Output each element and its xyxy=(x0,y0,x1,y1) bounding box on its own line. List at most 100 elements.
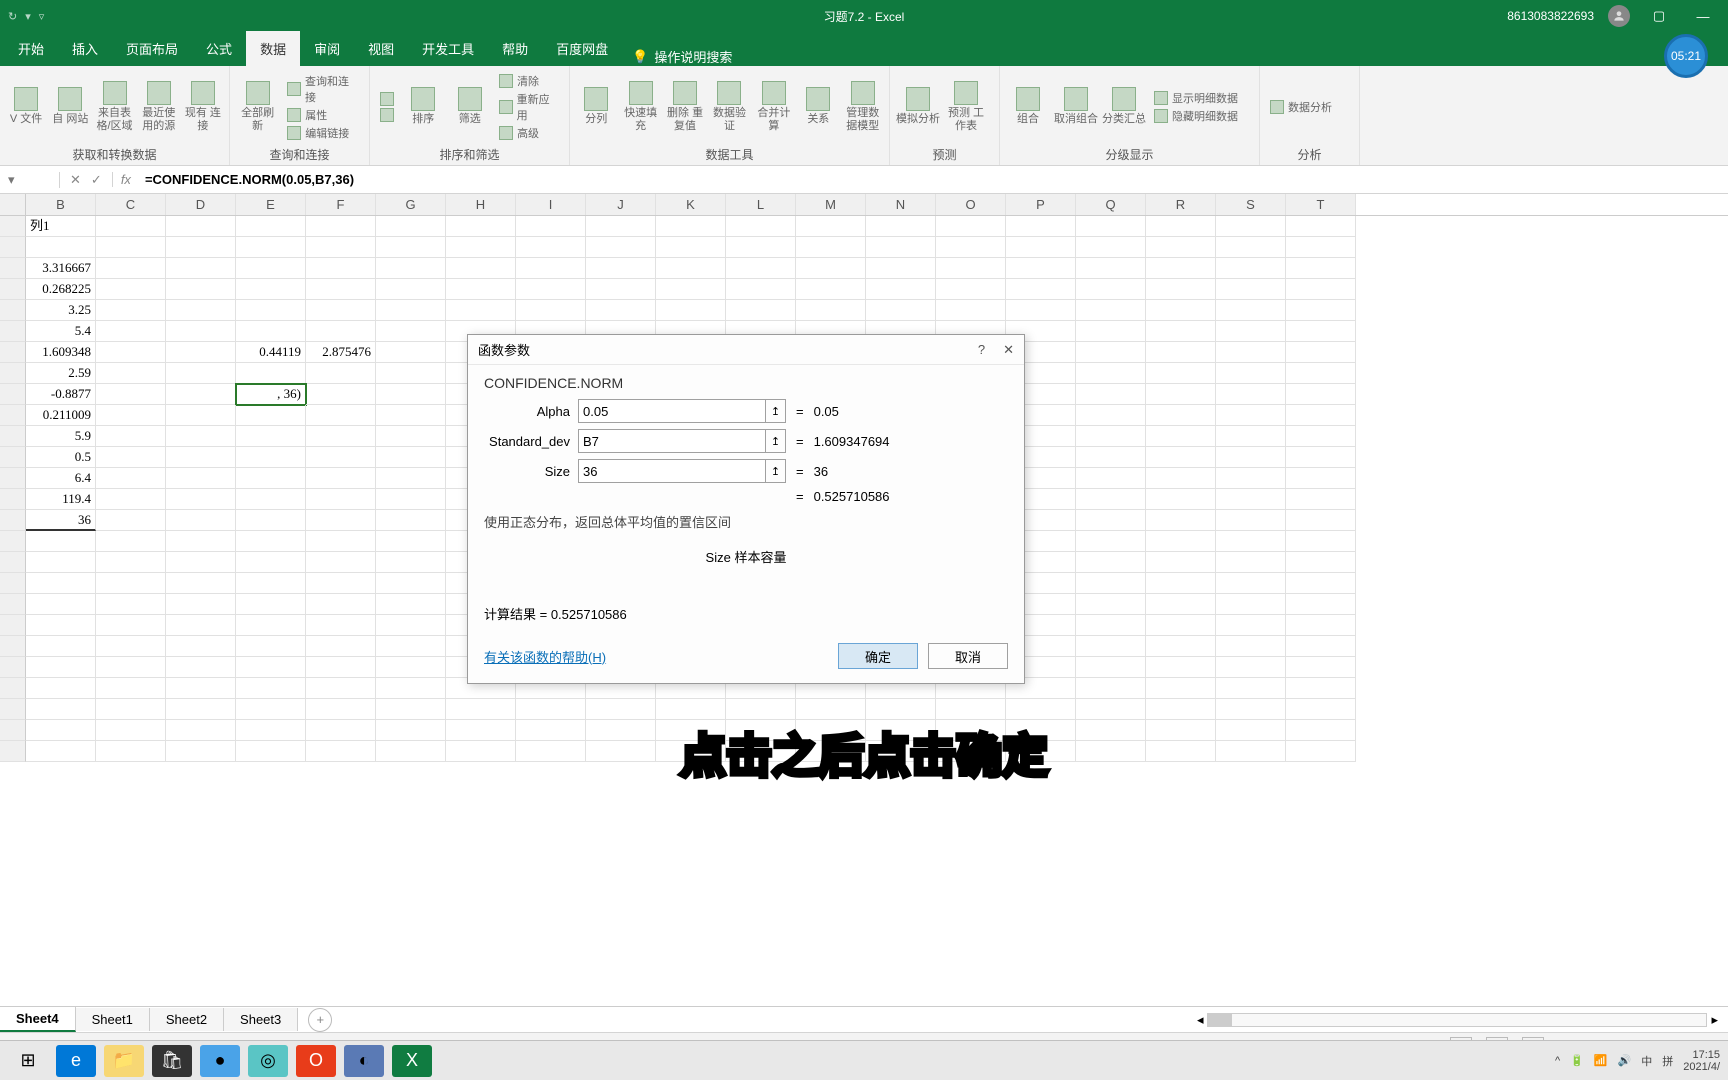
cell[interactable] xyxy=(306,447,376,468)
cell[interactable] xyxy=(166,552,236,573)
cell[interactable] xyxy=(1216,678,1286,699)
ok-button[interactable]: 确定 xyxy=(838,643,918,669)
cell[interactable] xyxy=(26,699,96,720)
sheet-tab[interactable]: Sheet4 xyxy=(0,1007,76,1032)
sort-button[interactable]: 排序 xyxy=(402,70,445,144)
cell[interactable] xyxy=(586,720,656,741)
cell[interactable] xyxy=(1076,741,1146,762)
cell[interactable] xyxy=(1146,678,1216,699)
cell[interactable] xyxy=(166,615,236,636)
cell[interactable] xyxy=(726,258,796,279)
cell[interactable] xyxy=(306,216,376,237)
user-avatar-icon[interactable] xyxy=(1608,5,1630,27)
cell[interactable]: 36 xyxy=(26,510,96,531)
cell[interactable] xyxy=(1146,342,1216,363)
cell[interactable] xyxy=(1146,237,1216,258)
cell[interactable] xyxy=(1216,594,1286,615)
cell[interactable] xyxy=(1146,489,1216,510)
tab-review[interactable]: 审阅 xyxy=(300,31,354,66)
cell[interactable] xyxy=(1076,405,1146,426)
cell[interactable] xyxy=(866,300,936,321)
cell[interactable] xyxy=(376,426,446,447)
col-header[interactable]: G xyxy=(376,194,446,215)
tab-help[interactable]: 帮助 xyxy=(488,31,542,66)
cell[interactable] xyxy=(936,699,1006,720)
cell[interactable] xyxy=(1286,615,1356,636)
col-header[interactable]: D xyxy=(166,194,236,215)
cell[interactable] xyxy=(306,321,376,342)
cell[interactable] xyxy=(376,636,446,657)
cell[interactable] xyxy=(166,216,236,237)
existing-conn-button[interactable]: 现有 连接 xyxy=(183,70,223,144)
cell[interactable] xyxy=(236,678,306,699)
cell[interactable] xyxy=(1076,510,1146,531)
col-header[interactable]: P xyxy=(1006,194,1076,215)
cell[interactable]: 0.5 xyxy=(26,447,96,468)
cell[interactable] xyxy=(1286,468,1356,489)
cell[interactable] xyxy=(26,657,96,678)
recent-sources-button[interactable]: 最近使 用的源 xyxy=(139,70,179,144)
wifi-icon[interactable]: 📶 xyxy=(1594,1054,1608,1067)
cell[interactable] xyxy=(1286,363,1356,384)
cell[interactable] xyxy=(656,216,726,237)
cell[interactable] xyxy=(1286,216,1356,237)
cell[interactable] xyxy=(306,531,376,552)
cell[interactable] xyxy=(166,573,236,594)
cell[interactable] xyxy=(1076,300,1146,321)
cell[interactable] xyxy=(516,300,586,321)
cell[interactable] xyxy=(726,216,796,237)
col-header[interactable]: J xyxy=(586,194,656,215)
cell[interactable] xyxy=(236,657,306,678)
properties-item[interactable]: 属性 xyxy=(287,107,359,123)
cell[interactable] xyxy=(96,636,166,657)
from-table-button[interactable]: 来自表 格/区域 xyxy=(94,70,134,144)
cell[interactable] xyxy=(1216,531,1286,552)
cell[interactable] xyxy=(1216,258,1286,279)
cell[interactable] xyxy=(1146,447,1216,468)
col-header[interactable]: L xyxy=(726,194,796,215)
cell[interactable] xyxy=(166,636,236,657)
cell[interactable] xyxy=(726,279,796,300)
cell[interactable] xyxy=(1286,657,1356,678)
dialog-help-icon[interactable]: ? xyxy=(978,342,985,358)
cell[interactable] xyxy=(1076,468,1146,489)
cell[interactable] xyxy=(306,405,376,426)
cell[interactable] xyxy=(306,741,376,762)
cell[interactable] xyxy=(796,279,866,300)
cell[interactable] xyxy=(376,657,446,678)
cell[interactable]: 2.875476 xyxy=(306,342,376,363)
col-header[interactable]: N xyxy=(866,194,936,215)
cell[interactable] xyxy=(236,741,306,762)
cell[interactable]: 5.9 xyxy=(26,426,96,447)
cell[interactable] xyxy=(166,447,236,468)
cell[interactable] xyxy=(306,279,376,300)
cell[interactable] xyxy=(26,636,96,657)
cell[interactable] xyxy=(26,678,96,699)
reapply-item[interactable]: 重新应用 xyxy=(499,91,559,123)
cell[interactable] xyxy=(866,258,936,279)
cell[interactable] xyxy=(1146,510,1216,531)
cell[interactable] xyxy=(586,216,656,237)
cell[interactable] xyxy=(1216,573,1286,594)
cell[interactable] xyxy=(236,216,306,237)
cell[interactable] xyxy=(1146,720,1216,741)
cell[interactable] xyxy=(796,258,866,279)
cell[interactable]: 列1 xyxy=(26,216,96,237)
cell[interactable] xyxy=(236,552,306,573)
cell[interactable] xyxy=(1216,447,1286,468)
cell[interactable] xyxy=(236,510,306,531)
cell[interactable] xyxy=(1286,510,1356,531)
cell[interactable] xyxy=(306,300,376,321)
cell[interactable] xyxy=(26,531,96,552)
col-header[interactable]: R xyxy=(1146,194,1216,215)
show-detail-item[interactable]: 显示明细数据 xyxy=(1154,90,1238,106)
cell[interactable] xyxy=(1076,573,1146,594)
col-header[interactable]: T xyxy=(1286,194,1356,215)
cell[interactable] xyxy=(96,615,166,636)
cell[interactable] xyxy=(726,300,796,321)
cell[interactable] xyxy=(236,447,306,468)
queries-item[interactable]: 查询和连接 xyxy=(287,73,359,105)
cell[interactable] xyxy=(1146,594,1216,615)
cell[interactable] xyxy=(96,405,166,426)
cell[interactable] xyxy=(166,342,236,363)
